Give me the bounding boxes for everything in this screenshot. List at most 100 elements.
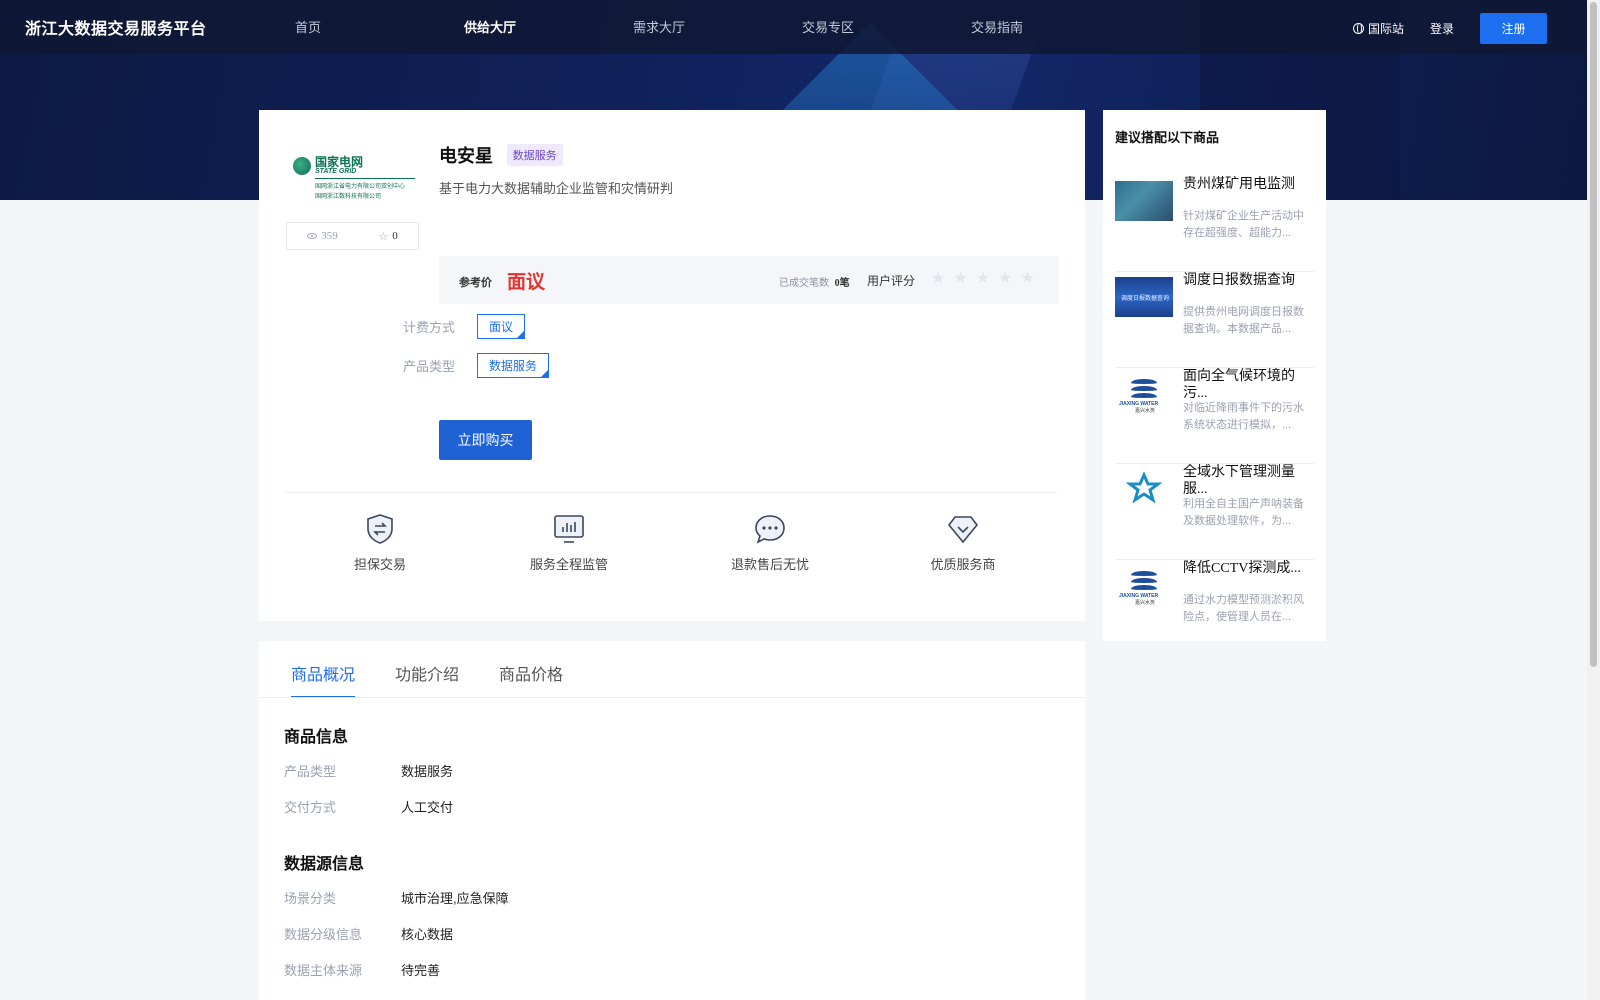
wave-icon: [1131, 585, 1157, 590]
product-card: 国家电网 STATE GRID 国网浙江省电力有限公司双创中心 国网浙江数科技有…: [259, 110, 1085, 621]
product-type-label: 产品类型: [403, 359, 456, 374]
scrollbar-thumb[interactable]: [1590, 2, 1597, 667]
info-row: 交付方式 人工交付: [284, 797, 453, 816]
recommended-item[interactable]: 全域水下管理测量服... 利用全自主国产声呐装备及数据处理软件，为...: [1115, 464, 1314, 560]
info-key: 数据主体来源: [284, 963, 363, 978]
top-nav: 浙江大数据交易服务平台 首页 供给大厅 需求大厅 交易专区 交易指南 国际站 登…: [0, 0, 1587, 54]
feature-full-supervision: 服务全程监管: [509, 512, 629, 573]
data-source-title: 数据源信息: [284, 856, 365, 873]
view-count: 359: [307, 230, 338, 242]
diamond-icon: [946, 512, 980, 546]
price-label: 参考价: [459, 277, 492, 289]
star-icon: ★: [975, 270, 999, 287]
recommendation-title: 建议搭配以下商品: [1115, 130, 1220, 145]
provider-logo-sub1: 国网浙江省电力有限公司双创中心: [315, 184, 406, 190]
product-category-badge: 数据服务: [506, 144, 563, 166]
section-divider: [285, 492, 1057, 493]
star-icon: ★: [953, 270, 976, 287]
logo-text-cn: 嘉兴水务: [1135, 408, 1156, 414]
provider-logo-en: STATE GRID: [315, 168, 357, 175]
tab-features[interactable]: 功能介绍: [395, 641, 459, 698]
recommended-item-desc: 利用全自主国产声呐装备及数据处理软件，为...: [1183, 498, 1304, 527]
nav-item-trade-guide[interactable]: 交易指南: [971, 17, 1140, 36]
info-row: 产品类型 数据服务: [284, 761, 453, 780]
recommendation-sidebar: 建议搭配以下商品 贵州煤矿用电监测 针对煤矿企业生产活动中存在超强度、超能力..…: [1103, 110, 1326, 641]
recommended-item[interactable]: JIAXING WATER 嘉兴水务 面向全气候环境的污... 对临近降雨事件下…: [1115, 368, 1314, 464]
info-key: 数据分级信息: [284, 927, 363, 942]
recommended-item-desc: 针对煤矿企业生产活动中存在超强度、超能力...: [1183, 210, 1304, 239]
nav-item-supply-hall[interactable]: 供给大厅: [464, 17, 633, 36]
deal-count-label: 已成交笔数: [779, 278, 829, 289]
buy-now-button[interactable]: 立即购买: [439, 420, 532, 460]
recommended-item-desc: 提供贵州电网调度日报数据查询。本数据产品...: [1183, 306, 1304, 335]
product-stats: 359 ☆ 0: [286, 222, 419, 250]
feature-refund-support: 退款售后无忧: [710, 512, 830, 573]
report-thumbnail: 调度日报数据查询: [1115, 277, 1173, 317]
recommended-item-title: 调度日报数据查询: [1183, 273, 1295, 288]
rating-label: 用户评分: [867, 274, 916, 288]
billing-method-row: 计费方式 面议: [403, 314, 526, 339]
info-value: 城市治理,应急保障: [401, 891, 509, 906]
recommended-item-desc: 对临近降雨事件下的污水系统状态进行模拟，...: [1183, 402, 1304, 431]
state-grid-emblem-icon: [293, 157, 311, 175]
monitor-chart-icon: [552, 512, 586, 546]
recommended-item-title: 贵州煤矿用电监测: [1183, 177, 1295, 192]
globe-icon: [1352, 23, 1364, 34]
site-logo[interactable]: 浙江大数据交易服务平台: [25, 15, 207, 39]
product-header: 电安星 数据服务 基于电力大数据辅助企业监管和灾情研判: [439, 142, 673, 197]
star-icon: ★: [998, 270, 1021, 287]
recommended-item[interactable]: 贵州煤矿用电监测 针对煤矿企业生产活动中存在超强度、超能力...: [1115, 176, 1314, 272]
billing-method-label: 计费方式: [403, 320, 456, 335]
nav-item-trade-zone[interactable]: 交易专区: [802, 17, 971, 36]
nav-right: 国际站 登录 注册: [1352, 13, 1547, 44]
logo-text-cn: 嘉兴水务: [1135, 600, 1156, 606]
recommended-item[interactable]: JIAXING WATER 嘉兴水务 降低CCTV探测成... 通过水力模型预测…: [1115, 560, 1314, 656]
info-key: 场景分类: [284, 891, 337, 906]
detail-tabs: 商品概况 功能介绍 商品价格: [291, 641, 603, 698]
info-value: 数据服务: [401, 764, 454, 779]
wave-icon: [1131, 571, 1157, 576]
service-guarantees: 担保交易 服务全程监管 退款售后无忧 优质服务商: [285, 512, 1057, 592]
rating-stars: ★★★★★: [931, 268, 1043, 288]
tab-pricing[interactable]: 商品价格: [499, 641, 563, 698]
product-type-row: 产品类型 数据服务: [403, 353, 550, 378]
feature-quality-provider: 优质服务商: [903, 512, 1023, 573]
recommended-item-desc: 通过水力模型预测淤积风险点，使管理人员在...: [1183, 594, 1304, 623]
tab-overview[interactable]: 商品概况: [291, 641, 356, 698]
feature-label: 服务全程监管: [529, 557, 608, 572]
page-scrollbar[interactable]: [1587, 0, 1600, 1000]
star-icon: ★: [1020, 270, 1043, 287]
jiaxing-water-logo: JIAXING WATER 嘉兴水务: [1115, 565, 1173, 606]
billing-method-option[interactable]: 面议: [477, 314, 526, 339]
tabs-divider: [259, 697, 1085, 698]
recommended-item[interactable]: 调度日报数据查询 调度日报数据查询 提供贵州电网调度日报数据查询。本数据产品..…: [1115, 272, 1314, 368]
recommended-item-title: 全域水下管理测量服...: [1183, 465, 1295, 497]
star-icon: ★: [931, 270, 954, 287]
register-button[interactable]: 注册: [1480, 13, 1547, 44]
favorite-count[interactable]: ☆ 0: [378, 230, 397, 243]
star-outline-icon: ☆: [378, 230, 389, 243]
feature-label: 担保交易: [353, 557, 406, 572]
info-key: 交付方式: [284, 800, 337, 815]
nav-item-demand-hall[interactable]: 需求大厅: [633, 17, 802, 36]
product-name: 电安星: [439, 146, 493, 166]
deal-count-value: 0笔: [834, 278, 850, 289]
view-count-value: 359: [321, 230, 338, 242]
jiaxing-water-logo: JIAXING WATER 嘉兴水务: [1115, 373, 1173, 414]
wave-icon: [1131, 578, 1157, 583]
info-row: 数据分级信息 核心数据: [284, 924, 453, 943]
feature-label: 退款售后无忧: [730, 557, 809, 572]
main-menu: 首页 供给大厅 需求大厅 交易专区 交易指南: [295, 17, 1140, 36]
wave-icon: [1131, 379, 1157, 384]
eye-icon: [307, 233, 318, 239]
provider-logo-divider: [315, 178, 415, 179]
favorite-count-value: 0: [392, 230, 398, 242]
product-type-option[interactable]: 数据服务: [477, 353, 550, 378]
login-link[interactable]: 登录: [1430, 20, 1454, 37]
chat-bubble-icon: [753, 512, 787, 546]
wave-icon: [1131, 386, 1157, 391]
nav-item-home[interactable]: 首页: [295, 17, 464, 36]
international-site-link[interactable]: 国际站: [1352, 20, 1404, 37]
recommended-item-title: 面向全气候环境的污...: [1183, 369, 1295, 401]
wave-icon: [1131, 393, 1157, 398]
